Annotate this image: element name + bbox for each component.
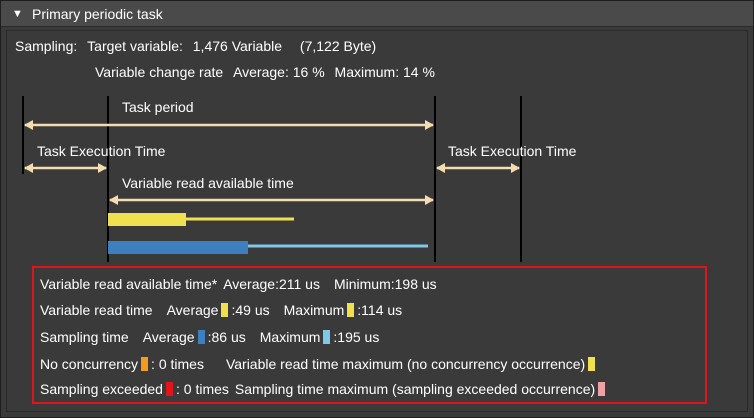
sampling-exceeded-label: Sampling exceeded	[40, 381, 163, 397]
sampling-exceeded-value: : 0 times	[175, 381, 229, 397]
sampling-time-avg-value: :86 us	[207, 329, 246, 345]
sampling-exceeded-row: Sampling exceeded : 0 times Sampling tim…	[40, 381, 608, 397]
statistics-box: Variable read available time* Average: 2…	[32, 266, 707, 404]
sampling-exceeded-swatch	[165, 382, 173, 396]
read-time-label: Variable read time	[40, 302, 153, 318]
read-time-max-label: Maximum	[283, 302, 345, 318]
read-time-max-nc-swatch	[588, 357, 596, 371]
sampling-time-max-se-swatch	[598, 382, 606, 396]
read-time-max-value: :114 us	[357, 302, 403, 318]
no-concurrency-label: No concurrency	[40, 356, 139, 372]
read-time-row: Variable read time Average :49 us Maximu…	[40, 302, 402, 318]
read-time-max-nc-label: Variable read time maximum (no concurren…	[225, 356, 586, 372]
sampling-time-max-value: :195 us	[333, 329, 380, 345]
read-available-avg-value: 211 us	[278, 276, 320, 292]
read-time-avg-value: :49 us	[231, 302, 270, 318]
read-available-label: Variable read available time	[122, 175, 294, 191]
task-exec-right-label: Task Execution Time	[448, 143, 577, 159]
sampling-time-avg-label: Average	[142, 329, 195, 345]
sampling-time-avg-swatch	[197, 330, 205, 344]
sampling-time-max-label: Maximum	[259, 329, 321, 345]
read-time-avg-label: Average	[166, 302, 219, 318]
read-available-min-label: Minimum:	[333, 276, 395, 292]
sampling-time-average-bar	[108, 241, 248, 254]
no-concurrency-row: No concurrency : 0 times Variable read t…	[40, 356, 598, 372]
read-time-max-swatch	[347, 303, 355, 317]
task-period-label: Task period	[122, 99, 194, 115]
read-available-min-value: 198 us	[394, 276, 437, 292]
read-time-avg-swatch	[221, 303, 229, 317]
no-concurrency-value: : 0 times	[151, 356, 204, 372]
read-available-row: Variable read available time* Average: 2…	[40, 276, 437, 292]
read-available-avg-label: Average:	[223, 276, 279, 292]
read-available-stat-label: Variable read available time*	[40, 276, 218, 292]
no-concurrency-swatch	[141, 357, 149, 371]
task-exec-left-label: Task Execution Time	[37, 143, 166, 159]
read-time-average-bar	[108, 213, 186, 226]
sampling-time-max-swatch	[323, 330, 331, 344]
sampling-time-max-se-label: Sampling time maximum (sampling exceeded…	[234, 381, 596, 397]
sampling-time-row: Sampling time Average :86 us Maximum :19…	[40, 329, 379, 345]
sampling-time-label: Sampling time	[40, 329, 129, 345]
